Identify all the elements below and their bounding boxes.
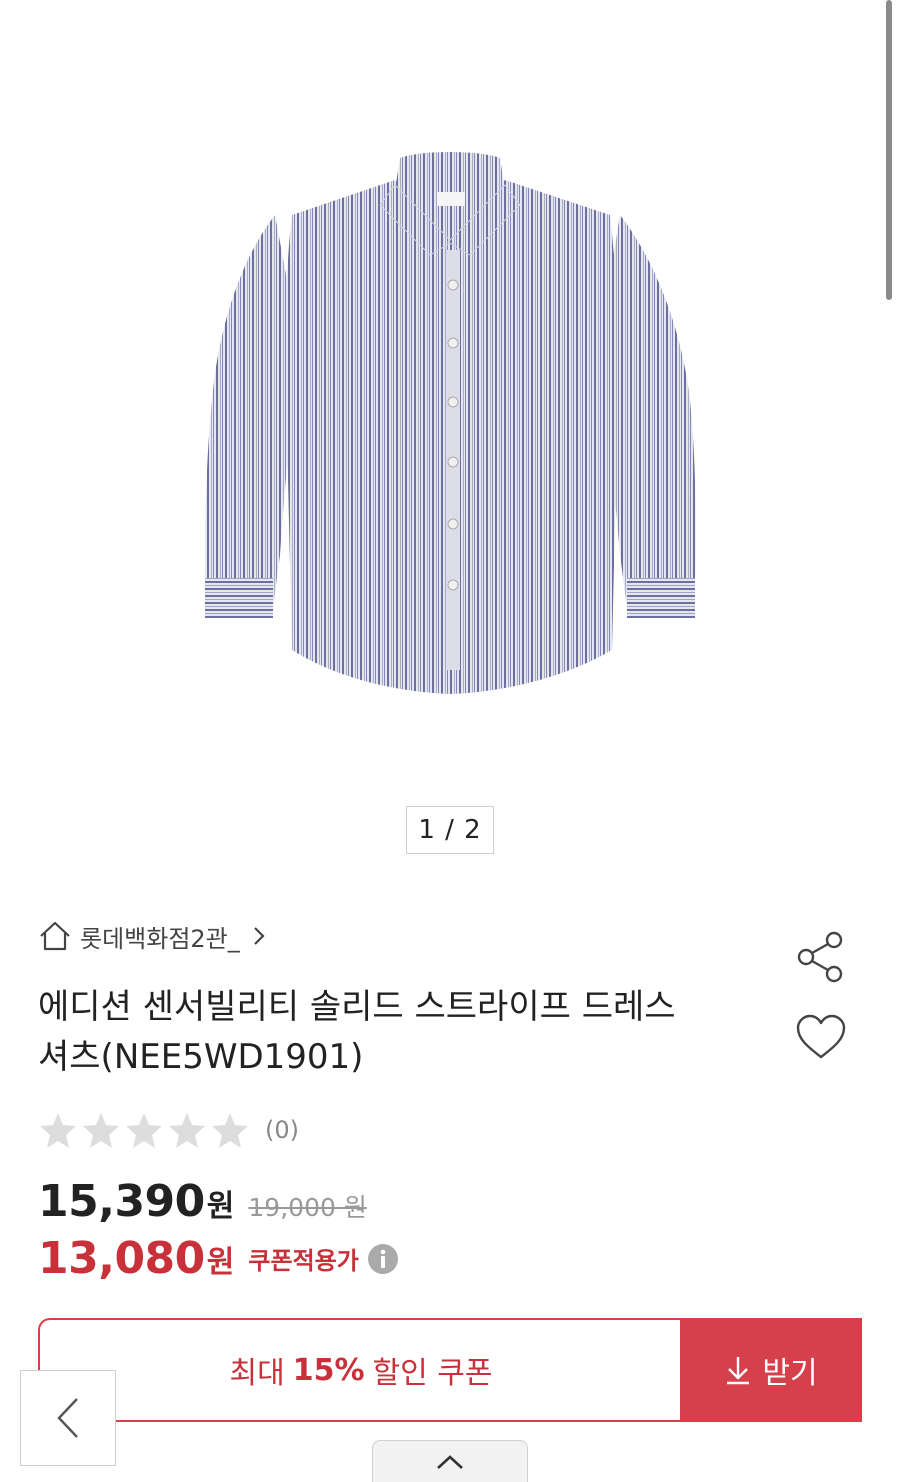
- receive-coupon-button[interactable]: 받기: [680, 1318, 862, 1422]
- home-icon: [40, 921, 70, 951]
- original-price: 19,000 원: [248, 1193, 367, 1222]
- sale-price-row: 15,390 원 19,000 원: [38, 1176, 367, 1227]
- store-link[interactable]: 롯데백화점2관_: [38, 918, 266, 954]
- coupon-banner[interactable]: 최대 15% 할인 쿠폰: [38, 1318, 682, 1422]
- coupon-price-row: 13,080 원 쿠폰적용가: [38, 1233, 399, 1284]
- chevron-right-icon: [253, 927, 265, 945]
- heart-icon[interactable]: [794, 1012, 848, 1062]
- product-image-gallery[interactable]: [0, 0, 900, 800]
- product-title: 에디션 센서빌리티 솔리드 스트라이프 드레스 셔츠(NEE5WD1901): [38, 982, 768, 1082]
- back-button[interactable]: [20, 1370, 116, 1466]
- product-title-line1: 에디션 센서빌리티 솔리드 스트라이프 드레스: [38, 987, 676, 1027]
- star-icon: [83, 1113, 119, 1148]
- coupon-prefix: 최대: [229, 1356, 285, 1391]
- product-image: [205, 152, 696, 694]
- scroll-up-tab[interactable]: [372, 1440, 528, 1482]
- chevron-up-icon: [437, 1454, 463, 1469]
- product-title-line2: 셔츠(NEE5WD1901): [38, 1037, 364, 1077]
- star-icon: [212, 1113, 248, 1148]
- star-icon: [169, 1113, 205, 1148]
- download-icon: [727, 1357, 750, 1385]
- review-count[interactable]: (0): [265, 1116, 299, 1144]
- store-name: 롯데백화점2관_: [80, 924, 240, 953]
- coupon-suffix: 할인 쿠폰: [372, 1356, 493, 1391]
- coupon-price: 13,080: [38, 1233, 205, 1284]
- coupon-price-unit: 원: [206, 1244, 235, 1280]
- info-icon[interactable]: [367, 1243, 399, 1275]
- star-icon: [40, 1113, 76, 1148]
- rating: (0): [38, 1108, 299, 1152]
- sale-price-unit: 원: [206, 1189, 235, 1224]
- coupon-price-label: 쿠폰적용가: [248, 1247, 359, 1275]
- share-icon[interactable]: [794, 930, 848, 984]
- coupon-percent: 15%: [292, 1352, 365, 1388]
- receive-label: 받기: [762, 1356, 818, 1391]
- sale-price: 15,390: [38, 1176, 205, 1227]
- star-icon: [126, 1113, 162, 1148]
- image-pager: 1 / 2: [406, 806, 494, 854]
- chevron-left-icon: [57, 1398, 78, 1438]
